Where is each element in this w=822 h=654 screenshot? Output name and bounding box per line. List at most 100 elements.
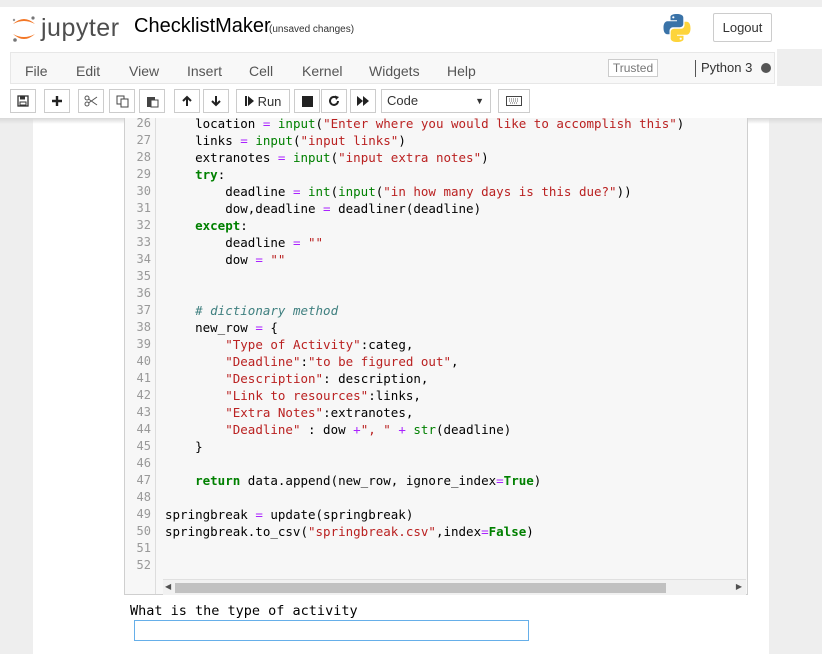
- python-logo-icon: [661, 12, 693, 44]
- line-number: 29: [136, 167, 151, 181]
- jupyter-logo[interactable]: jupyter: [11, 12, 120, 44]
- line-number: 41: [136, 371, 151, 385]
- cell-type-select[interactable]: Code ▼: [381, 89, 491, 113]
- jupyter-logo-icon: [11, 15, 37, 42]
- line-number: 26: [136, 118, 151, 130]
- menu-help[interactable]: Help: [447, 63, 476, 79]
- code-line: extranotes = input("input extra notes"): [165, 150, 489, 165]
- code-line: dow = "": [165, 252, 286, 267]
- scroll-right-icon[interactable]: ▶: [736, 582, 742, 591]
- menu-edit[interactable]: Edit: [76, 63, 100, 79]
- fast-forward-icon: [356, 96, 370, 106]
- code-line: except:: [195, 218, 248, 233]
- line-number: 38: [136, 320, 151, 334]
- code-line: deadline = int(input("in how many days i…: [165, 184, 632, 199]
- code-line: springbreak = update(springbreak): [165, 507, 414, 522]
- line-number: 40: [136, 354, 151, 368]
- code-line: return data.append(new_row, ignore_index…: [195, 473, 542, 488]
- run-label: Run: [257, 93, 282, 109]
- code-line: deadline = "": [165, 235, 324, 250]
- arrow-up-icon: [181, 95, 193, 107]
- line-number: 28: [136, 150, 151, 164]
- code-line: # dictionary method: [195, 303, 339, 318]
- line-number-gutter: 26 27 28 29 30 31 32 33 34 35 36 37 38 39 40 41 42 43 44 45…: [125, 118, 156, 594]
- code-line: "Deadline":"to be figured out",: [225, 354, 459, 369]
- horizontal-scrollbar[interactable]: ◀ ▶: [163, 579, 746, 595]
- menu-file[interactable]: File: [25, 63, 48, 79]
- menubar: File Edit View Insert Cell Kernel Widget…: [0, 49, 777, 86]
- notebook-title[interactable]: ChecklistMaker: [134, 15, 271, 38]
- stdin-input-field[interactable]: [134, 620, 529, 641]
- plus-icon: [51, 95, 63, 107]
- line-number: 33: [136, 235, 151, 249]
- scrollbar-thumb[interactable]: [175, 583, 666, 593]
- code-line: try:: [195, 167, 226, 182]
- code-line: springbreak.to_csv("springbreak.csv",ind…: [165, 524, 534, 539]
- copy-icon: [116, 95, 129, 108]
- logout-button[interactable]: Logout: [713, 13, 772, 42]
- code-line: "Extra Notes":extranotes,: [225, 405, 414, 420]
- line-number: 39: [136, 337, 151, 351]
- line-number: 50: [136, 524, 151, 538]
- save-button[interactable]: [10, 89, 36, 113]
- insert-cell-button[interactable]: [44, 89, 70, 113]
- output-prompt-text: What is the type of activity: [130, 603, 358, 619]
- code-line: links = input("input links"): [165, 133, 406, 148]
- jupyter-logo-text: jupyter: [41, 14, 120, 42]
- line-number: 45: [136, 439, 151, 453]
- line-number: 49: [136, 507, 151, 521]
- restart-button[interactable]: [321, 89, 347, 113]
- kernel-separator: [695, 60, 696, 77]
- line-number: 35: [136, 269, 151, 283]
- restart-run-all-button[interactable]: [350, 89, 376, 113]
- kernel-name[interactable]: Python 3: [701, 60, 752, 75]
- cell-type-value: Code: [387, 93, 419, 108]
- code-line: "Description": description,: [225, 371, 429, 386]
- menu-view[interactable]: View: [129, 63, 159, 79]
- line-number: 42: [136, 388, 151, 402]
- step-forward-icon: [244, 96, 254, 106]
- kernel-status-icon: [761, 63, 771, 73]
- line-number: 34: [136, 252, 151, 266]
- line-number: 32: [136, 218, 151, 232]
- scroll-left-icon[interactable]: ◀: [165, 582, 171, 591]
- line-number: 36: [136, 286, 151, 300]
- menu-widgets[interactable]: Widgets: [369, 63, 420, 79]
- trusted-indicator[interactable]: Trusted: [608, 59, 658, 77]
- run-button[interactable]: Run: [236, 89, 290, 113]
- line-number: 48: [136, 490, 151, 504]
- code-line: }: [165, 439, 203, 454]
- line-number: 43: [136, 405, 151, 419]
- menubar-inner: File Edit View Insert Cell Kernel Widget…: [10, 52, 775, 84]
- menu-kernel[interactable]: Kernel: [302, 63, 342, 79]
- code-line: dow,deadline = deadliner(deadline): [165, 201, 482, 216]
- menu-cell[interactable]: Cell: [249, 63, 273, 79]
- save-status: (unsaved changes): [269, 24, 355, 35]
- move-down-button[interactable]: [203, 89, 229, 113]
- code-cell-editor[interactable]: 26 27 28 29 30 31 32 33 34 35 36 37 38 39 40 41 42 43 44 45…: [124, 118, 748, 595]
- command-palette-button[interactable]: [498, 89, 530, 113]
- caret-down-icon: ▼: [475, 96, 484, 106]
- paste-icon: [146, 95, 159, 108]
- toolbar: Run Code ▼: [0, 86, 822, 118]
- line-number: 47: [136, 473, 151, 487]
- move-up-button[interactable]: [174, 89, 200, 113]
- paste-button[interactable]: [139, 89, 165, 113]
- copy-button[interactable]: [109, 89, 135, 113]
- save-icon: [17, 95, 29, 107]
- line-number: 44: [136, 422, 151, 436]
- line-number: 27: [136, 133, 151, 147]
- line-number: 31: [136, 201, 151, 215]
- cut-button[interactable]: [78, 89, 104, 113]
- header: jupyter ChecklistMaker (unsaved changes)…: [0, 7, 822, 49]
- keyboard-icon: [506, 96, 522, 106]
- line-number: 51: [136, 541, 151, 555]
- code-line: "Deadline" : dow +", " + str(deadline): [225, 422, 512, 437]
- interrupt-button[interactable]: [294, 89, 320, 113]
- menu-insert[interactable]: Insert: [187, 63, 222, 79]
- line-number: 46: [136, 456, 151, 470]
- code-line: "Type of Activity":categ,: [225, 337, 414, 352]
- line-number: 37: [136, 303, 151, 317]
- restart-icon: [328, 95, 340, 107]
- line-number: 52: [136, 558, 151, 572]
